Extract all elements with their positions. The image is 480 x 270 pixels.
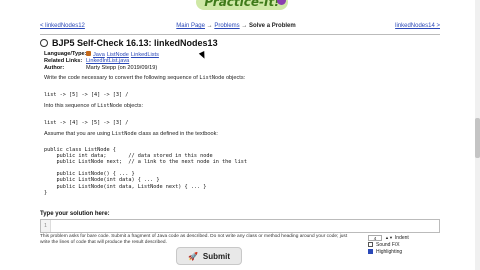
- solution-editor[interactable]: 1: [40, 219, 440, 233]
- page-scrollbar[interactable]: [475, 0, 480, 270]
- problem-title-row: BJP5 Self-Check 16.13: linkedNodes13: [40, 38, 218, 48]
- into-tail: objects:: [123, 103, 144, 109]
- problem-meta: Language/Type: Java ListNode LinkedLists R…: [44, 51, 161, 71]
- java-icon: [86, 51, 91, 56]
- next-problem-link[interactable]: linkedNodes14 >: [395, 23, 440, 29]
- mascot-icon: [277, 0, 286, 5]
- sequence-before: list -> [5] -> [4] -> [3] /: [44, 92, 129, 98]
- stepper-arrows-icon[interactable]: ▲▼: [385, 235, 393, 240]
- editor-controls: 4 ▲▼ Indent Sound F/X Highlighting: [368, 234, 409, 255]
- sound-fx-label: Sound F/X: [376, 241, 400, 248]
- rocket-icon: 🚀: [187, 251, 198, 261]
- assume-code: ListNode: [111, 131, 137, 137]
- listnode-class-code: public class ListNode { public int data;…: [44, 147, 248, 196]
- author-value: Marty Stepp (on 2019/09/19): [86, 64, 158, 71]
- divider: [40, 34, 440, 35]
- breadcrumb: Main Page → Problems → Solve a Problem: [166, 23, 306, 29]
- practice-it-logo[interactable]: Practice-It!: [196, 0, 288, 10]
- problem-title: BJP5 Self-Check 16.13: linkedNodes13: [52, 38, 218, 48]
- scrollbar-thumb[interactable]: [475, 118, 480, 158]
- submit-label: Submit: [202, 251, 231, 261]
- assume-tail: class as defined in the textbook:: [138, 131, 218, 137]
- logo-text: Practice-It!: [204, 0, 280, 9]
- sound-fx-checkbox[interactable]: [368, 242, 373, 247]
- mouse-cursor-icon: [198, 51, 208, 60]
- problem-navbar: < linkedNodes12 Main Page → Problems → S…: [40, 21, 440, 33]
- language-link-linkedlists[interactable]: LinkedLists: [131, 52, 159, 58]
- breadcrumb-main-page[interactable]: Main Page: [176, 23, 205, 29]
- into-text: Into this sequence of: [44, 103, 96, 109]
- breadcrumb-current: Solve a Problem: [249, 23, 296, 29]
- intro-tail: objects:: [225, 75, 246, 81]
- bare-code-note: This problem asks for bare code. Submit …: [40, 234, 348, 245]
- submit-button[interactable]: 🚀 Submit: [176, 247, 242, 265]
- language-link-java[interactable]: Java: [93, 52, 105, 58]
- intro-text: Write the code necessary to convert the …: [44, 75, 198, 81]
- assume-text: Assume that you are using: [44, 131, 111, 137]
- problem-intro: Write the code necessary to convert the …: [44, 75, 245, 81]
- into-sentence: Into this sequence of ListNode objects:: [44, 103, 143, 109]
- indent-stepper[interactable]: 4: [368, 234, 382, 241]
- line-number: 1: [41, 220, 51, 232]
- prev-problem-link[interactable]: < linkedNodes12: [40, 23, 85, 29]
- answer-label: Type your solution here:: [40, 211, 110, 217]
- language-label: Language/Type:: [44, 51, 87, 57]
- answer-section: Type your solution here: 1: [40, 211, 440, 233]
- highlighting-label: Highlighting: [376, 248, 403, 255]
- breadcrumb-problems[interactable]: Problems: [214, 23, 239, 29]
- solved-status-icon: [40, 39, 48, 47]
- assume-sentence: Assume that you are using ListNode class…: [44, 131, 218, 137]
- breadcrumb-separator: →: [239, 23, 250, 29]
- intro-code: ListNode: [199, 75, 225, 81]
- into-code: ListNode: [97, 103, 123, 109]
- indent-label: Indent: [394, 234, 409, 241]
- author-label: Author:: [44, 64, 65, 71]
- highlighting-checkbox[interactable]: [368, 249, 373, 254]
- language-link-listnode[interactable]: ListNode: [107, 52, 129, 58]
- breadcrumb-separator: →: [204, 23, 215, 29]
- sequence-after: list -> [4] -> [5] -> [3] /: [44, 120, 129, 126]
